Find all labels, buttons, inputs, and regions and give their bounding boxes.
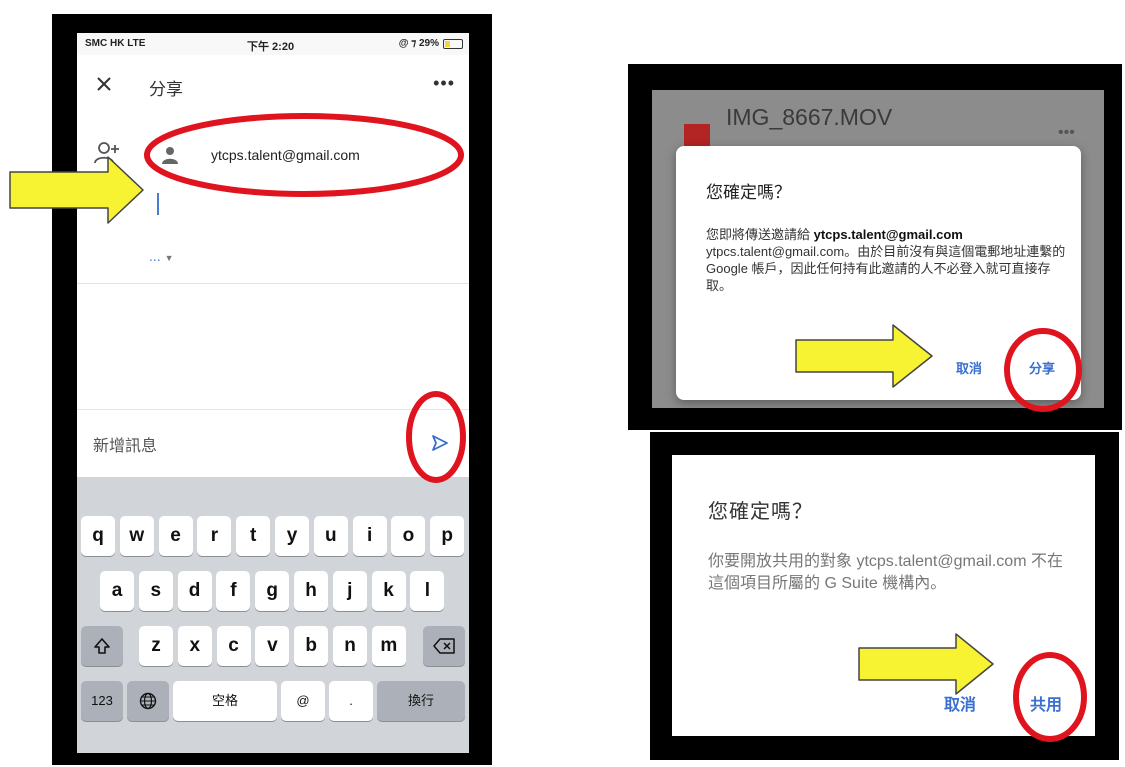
key-z[interactable]: z	[139, 626, 173, 666]
key-q[interactable]: q	[81, 516, 115, 556]
key-v[interactable]: v	[255, 626, 290, 666]
confirm-sharing-dialog: 您確定嗎？ 你要開放共用的對象 ytcps.talent@gmail.com 不…	[672, 455, 1095, 736]
dialog-body-email: ytcps.talent@gmail.com	[813, 227, 963, 242]
dialog-body-rest: ytpcs.talent@gmail.com。由於目前沒有與這個電郵地址連繫的 …	[706, 244, 1066, 293]
key-p[interactable]: p	[430, 516, 465, 556]
clock-label: 下午 2:20	[247, 41, 295, 53]
message-input[interactable]: 新增訊息	[93, 432, 157, 456]
dot-key[interactable]: .	[329, 681, 373, 721]
file-more-button[interactable]: •••	[1058, 124, 1075, 142]
shift-icon	[94, 638, 110, 654]
key-l[interactable]: l	[410, 571, 445, 611]
role-dropdown[interactable]: ... ▼	[149, 248, 174, 264]
more-options-button[interactable]: •••	[433, 73, 455, 94]
cancel-button[interactable]: 取消	[956, 358, 982, 377]
dialog-body: 您即將傳送邀請給 ytcps.talent@gmail.com ytpcs.tal…	[706, 226, 1066, 294]
shift-key[interactable]	[81, 626, 123, 666]
key-j[interactable]: j	[332, 571, 367, 611]
key-e[interactable]: e	[158, 516, 193, 556]
confirm-share-dialog: 您確定嗎？ 您即將傳送邀請給 ytcps.talent@gmail.com ytp…	[676, 146, 1081, 400]
recipient-input[interactable]	[157, 193, 159, 215]
key-s[interactable]: s	[138, 571, 173, 611]
key-o[interactable]: o	[391, 516, 426, 556]
key-m[interactable]: m	[371, 626, 406, 666]
at-key[interactable]: @	[281, 681, 325, 721]
key-y[interactable]: y	[275, 516, 309, 556]
key-x[interactable]: x	[177, 626, 212, 666]
recipient-email: ytcps.talent@gmail.com	[211, 147, 360, 163]
key-w[interactable]: w	[119, 516, 154, 556]
send-icon[interactable]	[431, 434, 449, 452]
carrier-label: SMC HK LTE	[85, 38, 146, 49]
key-f[interactable]: f	[216, 571, 251, 611]
battery-level	[445, 41, 450, 47]
key-d[interactable]: d	[177, 571, 212, 611]
phone-screen: SMC HK LTE 下午 2:20 @ ⁊ 29% 分享 ••• ytcps.…	[77, 33, 469, 753]
key-h[interactable]: h	[294, 571, 328, 611]
person-icon	[162, 147, 178, 164]
key-a[interactable]: a	[100, 571, 134, 611]
backspace-key[interactable]	[423, 626, 465, 666]
status-bar: SMC HK LTE 下午 2:20 @ ⁊ 29%	[77, 33, 469, 55]
battery-icon	[443, 39, 463, 49]
key-b[interactable]: b	[294, 626, 329, 666]
key-u[interactable]: u	[313, 516, 348, 556]
share-confirm-button[interactable]: 共用	[1030, 691, 1062, 715]
globe-icon	[139, 692, 157, 710]
key-t[interactable]: t	[236, 516, 271, 556]
dialog-body-prefix: 您即將傳送邀請給	[706, 227, 814, 242]
numbers-key[interactable]: 123	[81, 681, 123, 721]
chevron-down-icon: ▼	[164, 253, 174, 263]
key-c[interactable]: c	[216, 626, 251, 666]
role-dropdown-label: ...	[149, 248, 161, 264]
close-icon	[97, 77, 111, 91]
recipient-chip[interactable]: ytcps.talent@gmail.com	[143, 137, 433, 173]
key-r[interactable]: r	[197, 516, 232, 556]
key-g[interactable]: g	[255, 571, 290, 611]
key-k[interactable]: k	[371, 571, 406, 611]
share-header: 分享 •••	[77, 61, 469, 117]
page-title: 分享	[149, 80, 183, 99]
divider	[77, 283, 469, 284]
file-name: IMG_8667.MOV	[726, 104, 893, 130]
return-key[interactable]: 換行	[377, 681, 465, 721]
key-n[interactable]: n	[333, 626, 367, 666]
key-i[interactable]: i	[352, 516, 387, 556]
add-person-icon[interactable]	[93, 141, 121, 165]
space-key[interactable]: 空格	[173, 681, 277, 721]
dialog-title: 您確定嗎？	[706, 183, 791, 202]
close-button[interactable]	[91, 71, 117, 97]
battery-label: @ ⁊ 29%	[398, 38, 439, 49]
video-file-icon	[684, 124, 710, 146]
backspace-icon	[433, 638, 455, 654]
keyboard: 123 空格 @ . 換行 qwertyuiop asdfghjkl zxcvbnm	[77, 477, 469, 753]
globe-key[interactable]	[127, 681, 169, 721]
dialog-title: 您確定嗎？	[708, 501, 813, 523]
cancel-button[interactable]: 取消	[944, 691, 976, 715]
message-area: 新增訊息	[77, 409, 469, 477]
share-button[interactable]: 分享	[1029, 358, 1055, 377]
dialog-body: 你要開放共用的對象 ytcps.talent@gmail.com 不在這個項目所…	[708, 553, 1063, 592]
